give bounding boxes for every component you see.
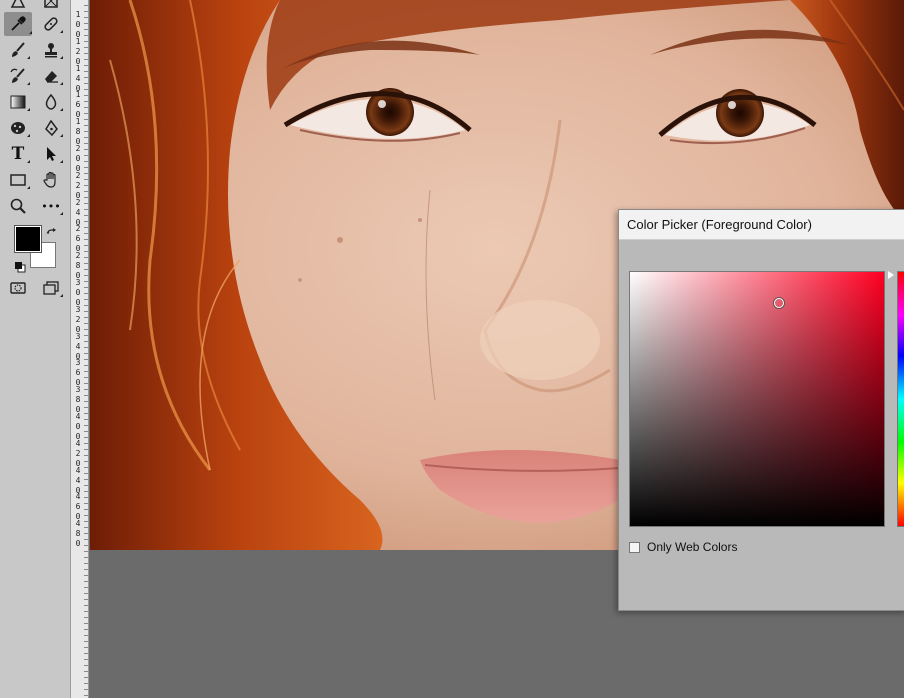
color-picker-dialog: Color Picker (Foreground Color) Only Web… xyxy=(618,209,904,611)
vertical-ruler[interactable]: 1001201401601802002202402602803003203403… xyxy=(70,0,89,698)
only-web-colors-label: Only Web Colors xyxy=(647,540,738,554)
hand-icon[interactable] xyxy=(39,169,63,191)
ruler-label: 120 xyxy=(75,36,81,66)
history-brush-icon[interactable] xyxy=(6,65,30,87)
dialog-title[interactable]: Color Picker (Foreground Color) xyxy=(619,210,904,240)
default-colors-icon[interactable] xyxy=(14,258,26,277)
brush-icon[interactable] xyxy=(6,39,30,61)
tools-panel: T ••• xyxy=(0,0,70,698)
zoom-icon[interactable] xyxy=(6,195,30,217)
ruler-label: 340 xyxy=(75,331,81,361)
hue-slider[interactable] xyxy=(897,271,904,527)
more-tools-label: ••• xyxy=(41,199,61,213)
hue-slider-arrow-icon[interactable] xyxy=(888,271,894,279)
ruler-label: 400 xyxy=(75,412,81,441)
ruler-label: 240 xyxy=(75,197,81,227)
ruler-label: 140 xyxy=(75,63,81,93)
ruler-label: 440 xyxy=(75,465,81,495)
eraser-icon[interactable] xyxy=(39,65,63,87)
ruler-label: 260 xyxy=(75,224,81,254)
ruler-label: 380 xyxy=(75,385,81,415)
color-field-marker[interactable] xyxy=(774,298,784,308)
ruler-label: 220 xyxy=(75,170,81,200)
ruler-label: 280 xyxy=(75,251,81,281)
ruler-label: 180 xyxy=(75,117,81,147)
drop-icon[interactable] xyxy=(39,91,63,113)
type-icon[interactable]: T xyxy=(6,143,30,165)
type-tool-label: T xyxy=(11,144,25,164)
bandage-icon[interactable] xyxy=(39,13,63,35)
ruler-label: 200 xyxy=(75,144,81,173)
arrow-icon[interactable] xyxy=(39,143,63,165)
ruler-label: 480 xyxy=(75,519,81,549)
only-web-colors-checkbox[interactable] xyxy=(629,541,640,553)
stamp-icon[interactable] xyxy=(39,39,63,61)
screen-mode-icon[interactable] xyxy=(39,277,63,299)
pen-nib-icon[interactable] xyxy=(39,117,63,139)
frame-icon[interactable] xyxy=(39,0,63,12)
ruler-label: 460 xyxy=(75,492,81,522)
ruler-label: 420 xyxy=(75,438,81,468)
saturation-brightness-field[interactable] xyxy=(629,271,885,527)
eyedropper-icon[interactable] xyxy=(4,12,32,36)
ruler-label: 360 xyxy=(75,358,81,388)
ruler-label: 160 xyxy=(75,90,81,120)
quick-mask-icon[interactable] xyxy=(6,277,30,299)
only-web-colors-option[interactable]: Only Web Colors xyxy=(629,540,737,554)
swap-colors-icon[interactable] xyxy=(46,225,58,244)
ruler-label: 300 xyxy=(75,278,81,307)
ruler-label: 320 xyxy=(75,304,81,334)
rectangle-icon[interactable] xyxy=(6,169,30,191)
foreground-color-swatch[interactable] xyxy=(14,225,42,253)
ellipsis-icon[interactable]: ••• xyxy=(39,195,63,217)
ruler-label: 100 xyxy=(75,10,81,39)
pen-icon[interactable] xyxy=(6,0,30,12)
gradient-icon[interactable] xyxy=(6,91,30,113)
sponge-icon[interactable] xyxy=(6,117,30,139)
